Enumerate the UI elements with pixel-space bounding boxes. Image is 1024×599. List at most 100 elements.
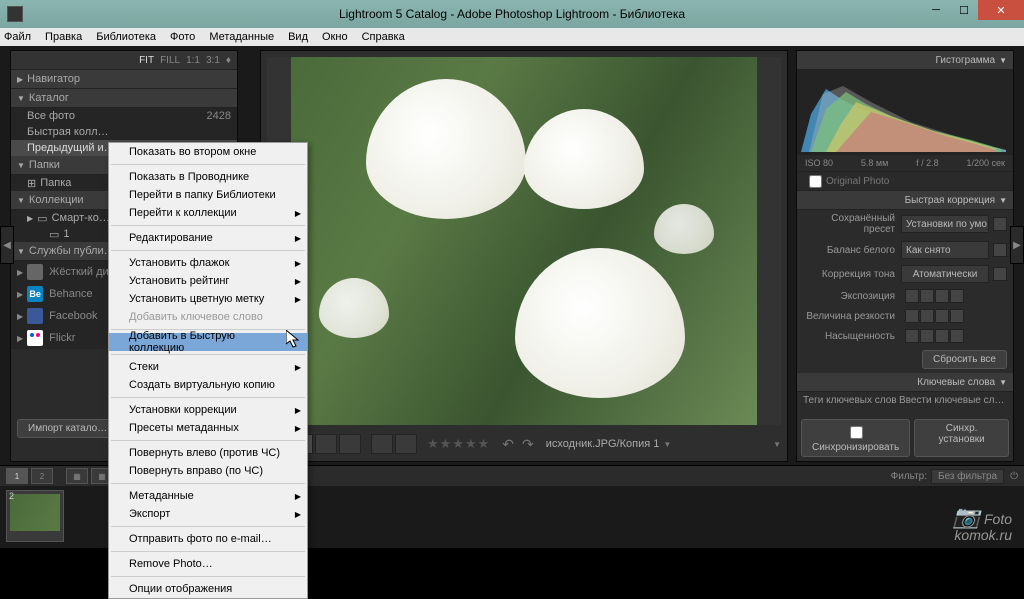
context-flag[interactable]: Установить флажок▶	[109, 254, 307, 272]
flag-pick-button[interactable]	[371, 434, 393, 454]
context-rotr[interactable]: Повернуть вправо (по ЧС)	[109, 462, 307, 480]
original-photo-checkbox[interactable]	[809, 175, 822, 188]
dec-big-button[interactable]	[905, 309, 919, 323]
triangle-right-icon: ▶	[27, 214, 33, 223]
context-viewopt[interactable]: Опции отображения	[109, 580, 307, 598]
histogram-label: Гистограмма	[936, 55, 996, 66]
histogram-header[interactable]: Гистограмма▼	[797, 51, 1013, 70]
survey-view-button[interactable]	[339, 434, 361, 454]
triangle-down-icon: ▼	[17, 196, 25, 205]
context-vcopy[interactable]: Создать виртуальную копию	[109, 376, 307, 394]
preset-dropdown[interactable]: Установки по умо…	[901, 215, 989, 233]
rotate-right-icon[interactable]: ↷	[522, 436, 534, 453]
inc-button[interactable]	[935, 309, 949, 323]
menu-window[interactable]: Окно	[322, 31, 348, 43]
zoom-1-1[interactable]: 1:1	[186, 55, 200, 66]
center-pane: ★★★★★ ↶ ↷ исходник.JPG/Копия 1 ▼ ▼	[260, 50, 788, 462]
catalog-all-photos[interactable]: Все фото2428	[11, 108, 237, 124]
tone-label: Коррекция тона	[803, 269, 901, 280]
sync-checkbox[interactable]	[850, 426, 863, 439]
rotate-left-icon[interactable]: ↶	[502, 436, 514, 453]
publish-label: Службы публи…	[29, 245, 115, 257]
close-button[interactable]: ✕	[978, 0, 1024, 20]
keywords-header[interactable]: Ключевые слова▼	[797, 373, 1013, 392]
compare-view-button[interactable]	[315, 434, 337, 454]
catalog-quick-collection[interactable]: Быстрая колл…	[11, 124, 237, 140]
all-photos-count: 2428	[207, 110, 231, 122]
menu-photo[interactable]: Фото	[170, 31, 195, 43]
inc-big-button[interactable]	[950, 309, 964, 323]
menu-library[interactable]: Библиотека	[96, 31, 156, 43]
context-rating[interactable]: Установить рейтинг▶	[109, 272, 307, 290]
context-export[interactable]: Экспорт▶	[109, 505, 307, 523]
left-edge-handle[interactable]: ◀	[0, 226, 14, 264]
view-1-button[interactable]: 1	[6, 468, 28, 484]
zoom-menu-icon[interactable]: ♦	[226, 55, 231, 66]
thumbnail[interactable]: 2	[6, 490, 64, 542]
zoom-fit[interactable]: FIT	[139, 55, 154, 66]
grid-icon[interactable]: ▦	[66, 468, 88, 484]
minimize-button[interactable]: ─	[922, 0, 950, 20]
zoom-fill[interactable]: FILL	[160, 55, 180, 66]
context-addquick[interactable]: Добавить в Быструю коллекцию	[109, 333, 307, 351]
inc-big-button[interactable]	[950, 329, 964, 343]
context-lib_folder[interactable]: Перейти в папку Библиотеки	[109, 186, 307, 204]
dec-button[interactable]	[920, 289, 934, 303]
toolbar-menu-icon[interactable]: ▼	[773, 440, 781, 449]
keyword-tags-dropdown[interactable]: Ввести ключевые сл…	[899, 395, 1004, 406]
sync-settings-button[interactable]: Синхр. установки	[914, 419, 1009, 457]
context-remove[interactable]: Remove Photo…	[109, 555, 307, 573]
image-viewer[interactable]	[267, 57, 781, 425]
context-stacks[interactable]: Стеки▶	[109, 358, 307, 376]
zoom-3-1[interactable]: 3:1	[206, 55, 220, 66]
menu-view[interactable]: Вид	[288, 31, 308, 43]
saturation-label: Насыщенность	[803, 331, 901, 342]
wb-dropdown[interactable]: Как снято	[901, 241, 989, 259]
dec-big-button[interactable]	[905, 289, 919, 303]
flag-reject-button[interactable]	[395, 434, 417, 454]
expand-button[interactable]	[993, 217, 1007, 231]
view-2-button[interactable]: 2	[31, 468, 53, 484]
menu-edit[interactable]: Правка	[45, 31, 82, 43]
reset-all-button[interactable]: Сбросить все	[922, 350, 1007, 369]
sync-label: Синхронизировать	[812, 442, 899, 453]
inc-big-button[interactable]	[950, 289, 964, 303]
inc-button[interactable]	[935, 329, 949, 343]
filter-switch-icon[interactable]: ⏻	[1010, 471, 1018, 482]
stack-count: 2	[9, 491, 14, 501]
dec-button[interactable]	[920, 309, 934, 323]
rating-stars[interactable]: ★★★★★	[427, 436, 490, 452]
context-corr[interactable]: Установки коррекции▶	[109, 401, 307, 419]
sync-checkbox-button[interactable]: Синхронизировать	[801, 419, 910, 457]
context-metapresets[interactable]: Пресеты метаданных▶	[109, 419, 307, 437]
dec-button[interactable]	[920, 329, 934, 343]
menu-help[interactable]: Справка	[362, 31, 405, 43]
dec-big-button[interactable]	[905, 329, 919, 343]
filter-dropdown[interactable]: Без фильтра	[931, 469, 1004, 484]
context-show_second[interactable]: Показать во втором окне	[109, 143, 307, 161]
context-rotl[interactable]: Повернуть влево (против ЧС)	[109, 444, 307, 462]
navigator-header[interactable]: ▶Навигатор	[11, 70, 237, 89]
catalog-header[interactable]: ▼Каталог	[11, 89, 237, 108]
menu-metadata[interactable]: Метаданные	[209, 31, 274, 43]
hdd-icon	[27, 264, 43, 280]
maximize-button[interactable]: ☐	[950, 0, 978, 20]
right-edge-handle[interactable]: ▶	[1010, 226, 1024, 264]
context-edit[interactable]: Редактирование▶	[109, 229, 307, 247]
histogram[interactable]	[797, 70, 1013, 155]
chevron-down-icon[interactable]: ▼	[663, 440, 671, 449]
context-to_coll[interactable]: Перейти к коллекции▶	[109, 204, 307, 222]
menu-file[interactable]: Файл	[4, 31, 31, 43]
import-catalog-button[interactable]: Импорт катало…	[17, 419, 118, 438]
context-email[interactable]: Отправить фото по e-mail…	[109, 530, 307, 548]
context-meta[interactable]: Метаданные▶	[109, 487, 307, 505]
context-color[interactable]: Установить цветную метку▶	[109, 290, 307, 308]
quick-develop-header[interactable]: Быстрая коррекция▼	[797, 191, 1013, 210]
inc-button[interactable]	[935, 289, 949, 303]
context-explorer[interactable]: Показать в Проводнике	[109, 168, 307, 186]
expand-button[interactable]	[993, 267, 1007, 281]
tone-auto-button[interactable]: Атоматически	[901, 265, 989, 283]
preset-row: Сохранённый пресет Установки по умо…	[797, 210, 1013, 238]
submenu-arrow-icon: ▶	[295, 424, 301, 433]
expand-button[interactable]	[993, 243, 1007, 257]
